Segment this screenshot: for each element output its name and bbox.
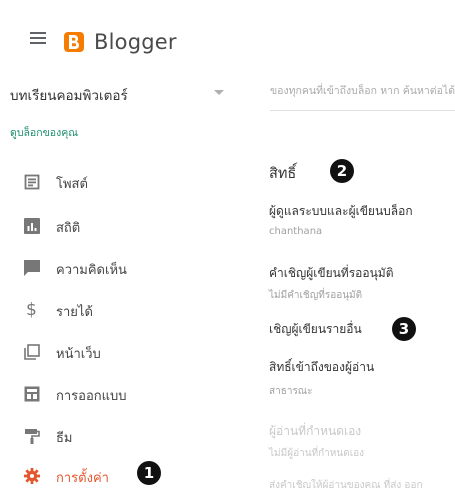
permissions-section-title: สิทธิ์ bbox=[269, 166, 297, 182]
annotation-marker-2: 2 bbox=[330, 159, 354, 183]
app-header: Blogger bbox=[0, 0, 455, 64]
custom-readers-value: ไม่มีผู้อ่านที่กำหนดเอง bbox=[269, 448, 365, 459]
pending-invites-value: ไม่มีคำเชิญที่รออนุมัติ bbox=[269, 290, 363, 301]
annotation-marker-3: 3 bbox=[392, 317, 416, 341]
chevron-down-icon[interactable] bbox=[214, 90, 224, 95]
sidebar-item-layout[interactable]: การออกแบบ bbox=[0, 380, 235, 412]
paint-roller-icon bbox=[25, 429, 40, 444]
custom-readers-setting: ผู้อ่านที่กำหนดเอง bbox=[269, 424, 362, 438]
section-description: ของทุกคนที่เข้าถึงบล็อก หาก ค้นหาต่อได้ bbox=[270, 85, 455, 97]
layout-icon bbox=[24, 386, 40, 402]
view-blog-link[interactable]: ดูบล็อกของคุณ bbox=[10, 124, 78, 141]
sidebar-item-label: ธีม bbox=[56, 431, 73, 446]
sidebar-item-label: รายได้ bbox=[56, 305, 93, 320]
sidebar-item-label: การออกแบบ bbox=[56, 389, 127, 404]
sidebar-item-posts[interactable]: โพสต์ bbox=[0, 168, 235, 200]
sidebar-item-label: การตั้งค่า bbox=[56, 471, 109, 486]
sidebar-item-pages[interactable]: หน้าเว็บ bbox=[0, 338, 235, 370]
blog-selector[interactable]: บทเรียนคอมพิวเตอร์ bbox=[10, 84, 128, 106]
app-title: Blogger bbox=[94, 30, 177, 54]
invite-readers-setting: ส่งคำเชิญให้ผู้อ่านของคุณ ที่ส่ง ออก bbox=[269, 480, 423, 488]
blog-admins-setting[interactable]: ผู้ดูแลระบบและผู้เขียนบล็อก bbox=[269, 202, 413, 221]
sidebar-item-earnings[interactable]: $ รายได้ bbox=[0, 296, 235, 328]
reader-access-setting[interactable]: สิทธิ์เข้าถึงของผู้อ่าน bbox=[269, 358, 374, 377]
dollar-icon: $ bbox=[26, 300, 37, 320]
sidebar-item-label: ความคิดเห็น bbox=[56, 263, 127, 278]
sidebar-item-theme[interactable]: ธีม bbox=[0, 422, 235, 454]
sidebar-item-settings[interactable]: การตั้งค่า bbox=[0, 462, 235, 494]
sidebar-item-comments[interactable]: ความคิดเห็น bbox=[0, 254, 235, 286]
posts-icon bbox=[24, 174, 40, 190]
pending-invites-setting[interactable]: คำเชิญผู้เขียนที่รออนุมัติ bbox=[269, 264, 393, 283]
comments-icon bbox=[24, 260, 40, 276]
stats-icon bbox=[24, 218, 40, 234]
sidebar-item-label: สถิติ bbox=[56, 221, 81, 236]
sidebar-item-label: โพสต์ bbox=[56, 177, 88, 192]
menu-icon[interactable] bbox=[30, 32, 46, 44]
blogger-logo-icon[interactable] bbox=[64, 32, 84, 52]
pages-icon bbox=[24, 344, 40, 360]
sidebar-item-stats[interactable]: สถิติ bbox=[0, 212, 235, 244]
invite-authors-setting[interactable]: เชิญผู้เขียนรายอื่น bbox=[269, 320, 362, 339]
blog-admins-value: chanthana bbox=[269, 226, 323, 237]
divider bbox=[270, 110, 455, 111]
sidebar-item-label: หน้าเว็บ bbox=[56, 347, 101, 362]
settings-panel: ของทุกคนที่เข้าถึงบล็อก หาก ค้นหาต่อได้ … bbox=[236, 64, 455, 488]
reader-access-value: สาธารณะ bbox=[269, 386, 313, 397]
gear-icon bbox=[24, 468, 40, 484]
sidebar: บทเรียนคอมพิวเตอร์ ดูบล็อกของคุณ โพสต์ ส… bbox=[0, 64, 235, 488]
annotation-marker-1: 1 bbox=[137, 461, 161, 485]
